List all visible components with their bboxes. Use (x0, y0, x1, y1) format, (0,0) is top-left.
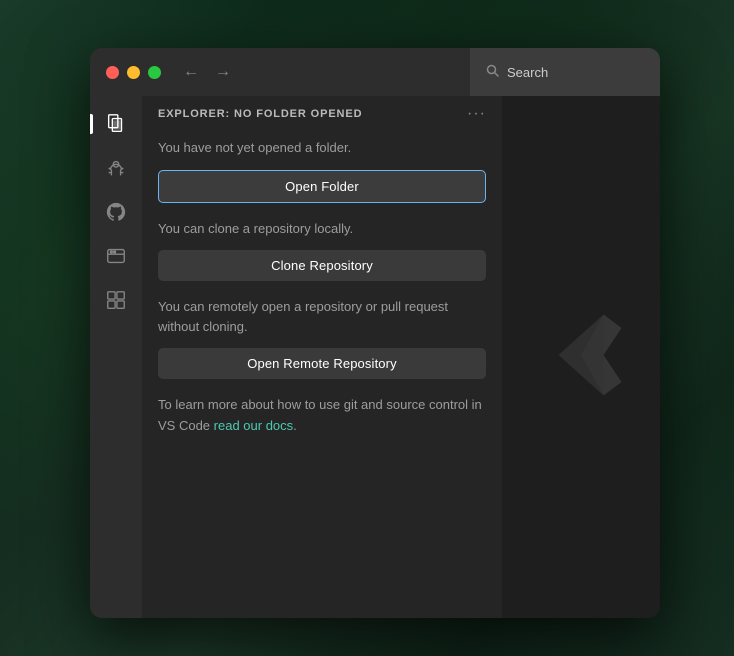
sidebar-item-explorer[interactable] (96, 104, 136, 144)
sidebar-header: EXPLORER: NO FOLDER OPENED ··· (142, 96, 502, 130)
search-icon (486, 64, 499, 80)
more-options-button[interactable]: ··· (467, 106, 486, 122)
titlebar: ← → Search (90, 48, 660, 96)
sidebar: EXPLORER: NO FOLDER OPENED ··· You have … (142, 96, 502, 618)
clone-info-text: You can clone a repository locally. (158, 219, 486, 239)
nav-back-button[interactable]: ← (177, 59, 205, 85)
docs-text-before: To learn more about how to use git and s… (158, 397, 482, 433)
search-label: Search (507, 65, 548, 80)
activity-bar (90, 96, 142, 618)
nav-forward-button[interactable]: → (209, 59, 237, 85)
sidebar-item-extensions[interactable] (96, 280, 136, 320)
app-window: ← → Search (90, 48, 660, 618)
main-content: EXPLORER: NO FOLDER OPENED ··· You have … (90, 96, 660, 618)
clone-repository-button[interactable]: Clone Repository (158, 250, 486, 281)
minimize-button[interactable] (127, 66, 140, 79)
sidebar-item-source-control[interactable] (96, 192, 136, 232)
sidebar-body: You have not yet opened a folder. Open F… (142, 130, 502, 618)
maximize-button[interactable] (148, 66, 161, 79)
sidebar-item-remote[interactable] (96, 236, 136, 276)
search-bar[interactable]: Search (470, 48, 660, 96)
editor-area (502, 96, 660, 618)
traffic-lights (106, 66, 161, 79)
remote-info-text: You can remotely open a repository or pu… (158, 297, 486, 336)
close-button[interactable] (106, 66, 119, 79)
vscode-logo (536, 310, 626, 405)
docs-link[interactable]: read our docs (214, 418, 294, 433)
docs-text-after: . (293, 418, 297, 433)
docs-text: To learn more about how to use git and s… (158, 395, 486, 437)
sidebar-item-debug[interactable] (96, 148, 136, 188)
no-folder-text: You have not yet opened a folder. (158, 138, 486, 158)
nav-buttons: ← → (177, 59, 237, 85)
open-folder-button[interactable]: Open Folder (158, 170, 486, 203)
open-remote-repository-button[interactable]: Open Remote Repository (158, 348, 486, 379)
sidebar-title: EXPLORER: NO FOLDER OPENED (158, 108, 362, 120)
